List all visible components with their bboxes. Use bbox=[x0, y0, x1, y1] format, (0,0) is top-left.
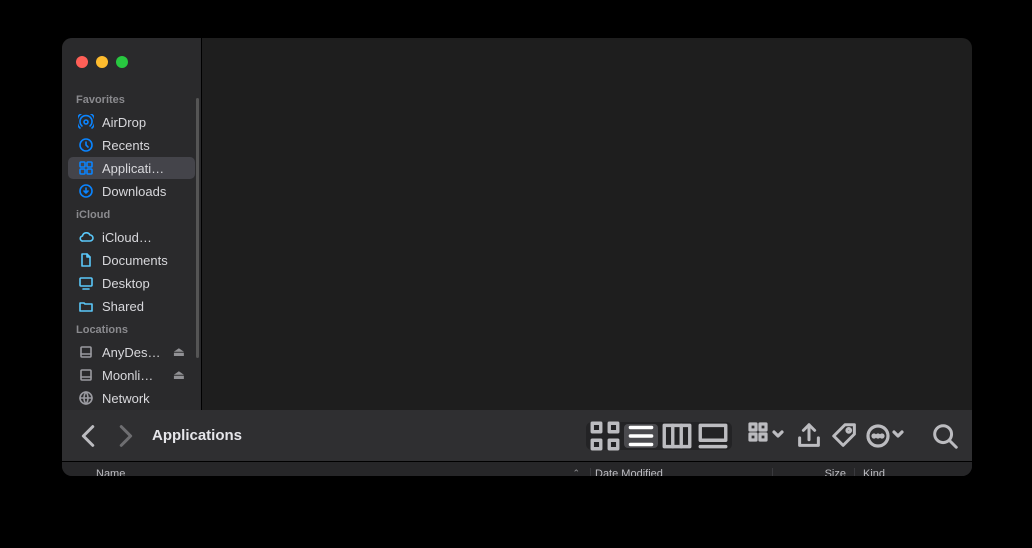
column-view-button[interactable] bbox=[660, 424, 694, 448]
col-header-kind[interactable]: Kind bbox=[854, 468, 972, 477]
forward-button[interactable] bbox=[110, 423, 140, 449]
sidebar-item[interactable]: Desktop bbox=[68, 272, 195, 294]
maximize-button[interactable] bbox=[116, 56, 128, 68]
sidebar-item[interactable]: iCloud… bbox=[68, 226, 195, 248]
sidebar-item-label: Documents bbox=[102, 253, 168, 268]
sidebar-item[interactable]: AirDrop bbox=[68, 111, 195, 133]
sidebar-item-label: iCloud… bbox=[102, 230, 152, 245]
sidebar: Favorites AirDrop Recents Applicati… Downloa… bbox=[62, 38, 202, 410]
minimize-button[interactable] bbox=[96, 56, 108, 68]
sidebar-item-label: AnyDes… bbox=[102, 345, 161, 360]
tags-button[interactable] bbox=[830, 423, 860, 449]
group-by-button[interactable] bbox=[748, 423, 788, 449]
sidebar-item[interactable]: Documents bbox=[68, 249, 195, 271]
close-button[interactable] bbox=[76, 56, 88, 68]
sidebar-section-title: Locations bbox=[62, 318, 201, 340]
eject-icon[interactable]: ⏏ bbox=[173, 367, 185, 383]
sort-ascending-icon: ⌃ bbox=[572, 468, 580, 476]
sidebar-item-label: Moonli… bbox=[102, 368, 153, 383]
action-menu-button[interactable] bbox=[866, 423, 906, 449]
disk-icon bbox=[78, 367, 94, 383]
sidebar-scrollbar[interactable] bbox=[196, 98, 199, 358]
sidebar-item[interactable]: Moonli… ⏏ bbox=[68, 364, 195, 386]
sidebar-item-label: Recents bbox=[102, 138, 150, 153]
sidebar-item[interactable]: Applicati… bbox=[68, 157, 195, 179]
sidebar-section-title: Favorites bbox=[62, 88, 201, 110]
download-icon bbox=[78, 183, 94, 199]
sidebar-item-label: Network bbox=[102, 391, 150, 406]
clock-icon bbox=[78, 137, 94, 153]
gallery-view-button[interactable] bbox=[696, 424, 730, 448]
sidebar-item-label: Desktop bbox=[102, 276, 150, 291]
column-headers: Name ⌃ Date Modified Size Kind bbox=[62, 462, 972, 476]
icon-view-button[interactable] bbox=[588, 424, 622, 448]
sidebar-section-title: iCloud bbox=[62, 203, 201, 225]
sidebar-item[interactable]: Downloads bbox=[68, 180, 195, 202]
col-header-size[interactable]: Size bbox=[772, 468, 854, 477]
sidebar-item-label: Downloads bbox=[102, 184, 166, 199]
sidebar-item-label: Shared bbox=[102, 299, 144, 314]
main-area: Applications bbox=[62, 410, 972, 476]
share-button[interactable] bbox=[794, 423, 824, 449]
finder-window: Favorites AirDrop Recents Applicati… Downloa… bbox=[62, 38, 972, 476]
search-button[interactable] bbox=[930, 423, 960, 449]
folder-icon bbox=[78, 298, 94, 314]
view-switcher bbox=[586, 422, 732, 450]
sidebar-item[interactable]: Shared bbox=[68, 295, 195, 317]
airdrop-icon bbox=[78, 114, 94, 130]
disk-icon bbox=[78, 344, 94, 360]
toolbar: Applications bbox=[62, 410, 972, 462]
cloud-icon bbox=[78, 229, 94, 245]
window-title: Applications bbox=[152, 427, 242, 444]
sidebar-item-label: Applicati… bbox=[102, 161, 164, 176]
list-view-button[interactable] bbox=[624, 424, 658, 448]
sidebar-item-label: AirDrop bbox=[102, 115, 146, 130]
col-header-date[interactable]: Date Modified bbox=[590, 468, 772, 477]
doc-icon bbox=[78, 252, 94, 268]
globe-icon bbox=[78, 390, 94, 406]
sidebar-item[interactable]: Network bbox=[68, 387, 195, 409]
col-header-name-label: Name bbox=[96, 468, 125, 477]
back-button[interactable] bbox=[74, 423, 104, 449]
col-header-name[interactable]: Name ⌃ bbox=[96, 468, 590, 477]
sidebar-item[interactable]: AnyDes… ⏏ bbox=[68, 341, 195, 363]
window-controls bbox=[76, 56, 128, 68]
sidebar-item[interactable]: Recents bbox=[68, 134, 195, 156]
appgrid-icon bbox=[78, 160, 94, 176]
eject-icon[interactable]: ⏏ bbox=[173, 344, 185, 360]
desktop-icon bbox=[78, 275, 94, 291]
